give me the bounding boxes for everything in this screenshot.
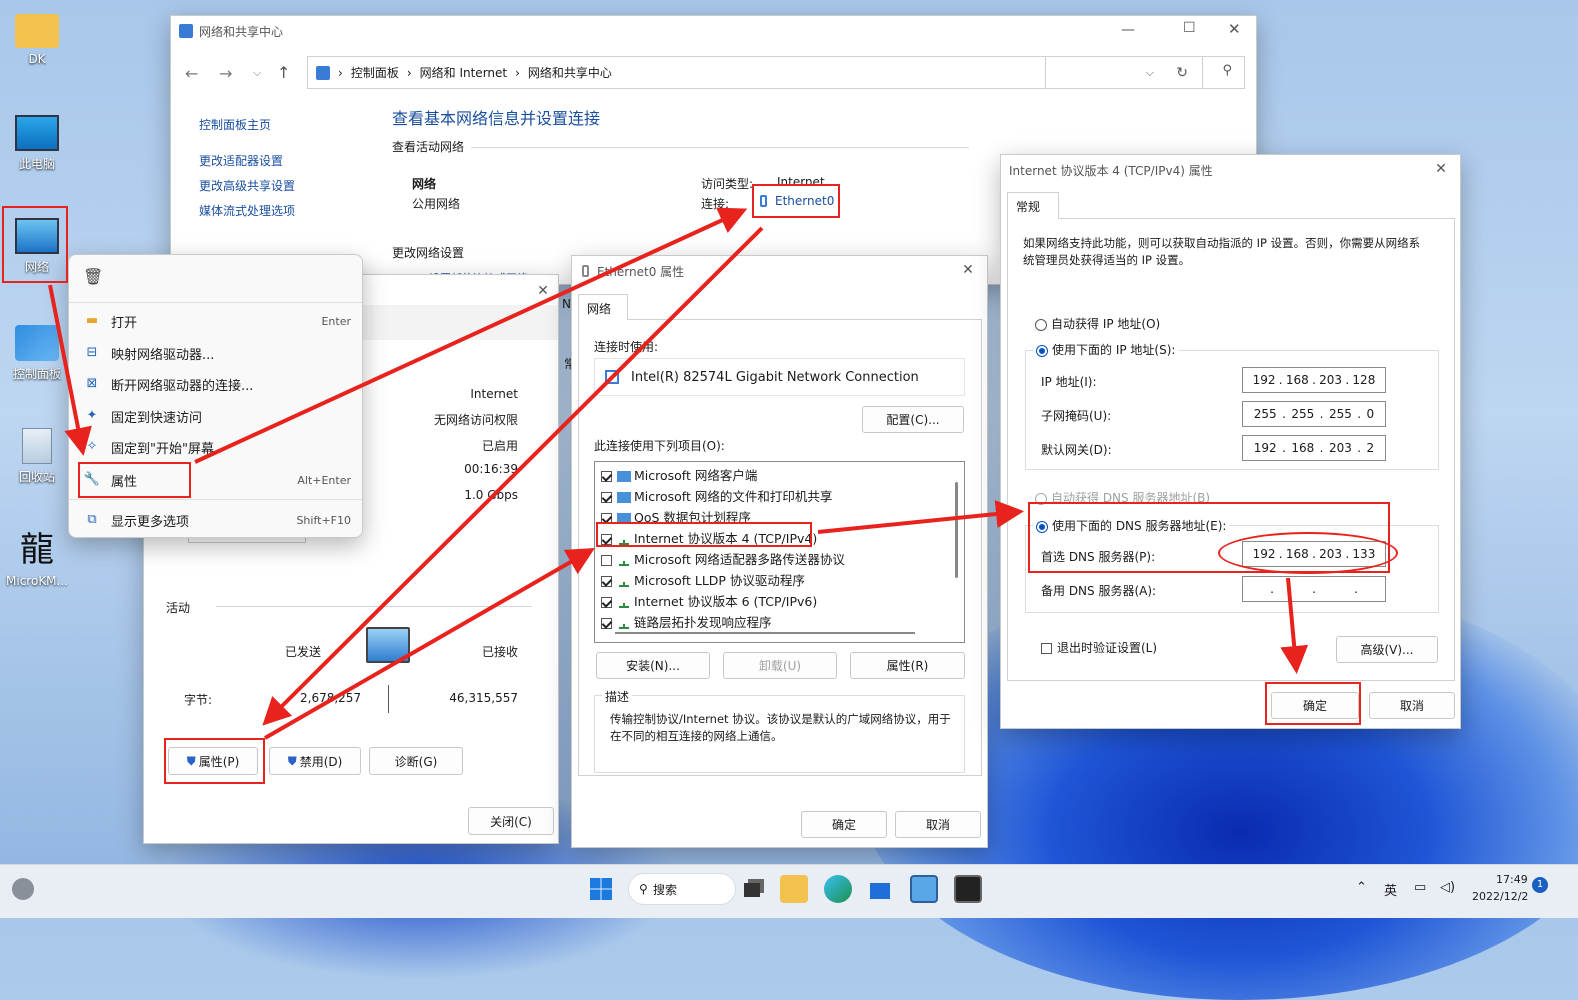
notification-badge[interactable]: 1	[1532, 877, 1548, 893]
task-view-icon[interactable]	[740, 875, 768, 903]
arrow-dns-to-ok	[1280, 577, 1309, 674]
volume-icon[interactable]: ◁)	[1440, 880, 1455, 895]
file-explorer-icon[interactable]	[780, 875, 808, 903]
store-icon[interactable]	[866, 875, 894, 903]
clock-time[interactable]: 17:49	[1496, 873, 1528, 886]
edge-icon[interactable]	[824, 875, 852, 903]
network-tray-icon[interactable]: ▭	[1414, 880, 1426, 895]
tab-network[interactable]: 网络	[578, 294, 628, 320]
clock-date[interactable]: 2022/12/2	[1472, 890, 1528, 903]
arrow-ethernet-to-status-props	[262, 226, 764, 726]
start-button[interactable]	[590, 878, 612, 900]
tray-chevron-up-icon[interactable]: ⌃	[1356, 880, 1367, 895]
ime-indicator[interactable]: 英	[1384, 880, 1397, 899]
taskbar-search[interactable]: ⚲ 搜索	[628, 873, 736, 905]
arrow-ipv4-to-dns	[817, 500, 1024, 534]
annotation-arrows	[48, 207, 1309, 740]
terminal-icon[interactable]	[954, 875, 982, 903]
search-icon: ⚲	[639, 882, 648, 896]
weather-icon[interactable]	[12, 878, 34, 900]
tab-general[interactable]: 常规	[1007, 192, 1059, 219]
arrow-status-props-to-ipv4	[264, 548, 595, 740]
arrow-menu-to-ethernet	[194, 207, 748, 464]
arrow-network-to-menu	[48, 284, 92, 456]
control-panel-taskbar-icon[interactable]	[910, 875, 938, 903]
